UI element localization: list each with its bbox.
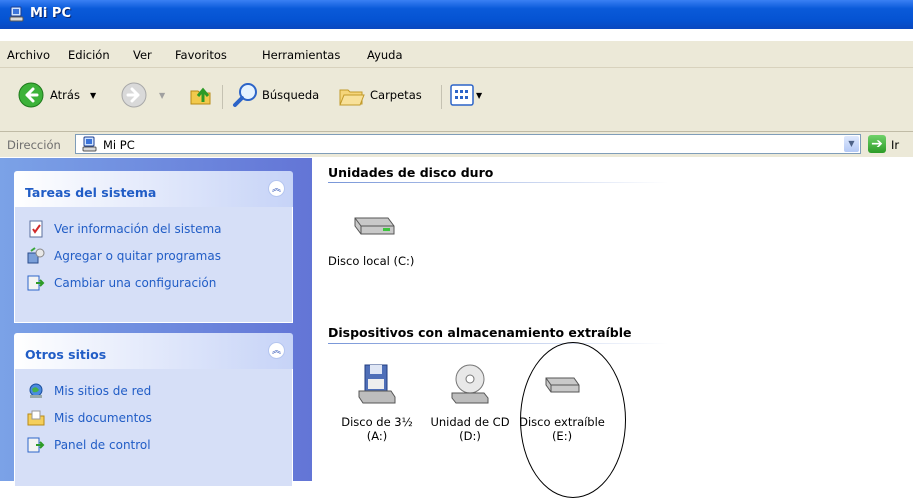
menu-favoritos[interactable]: Favoritos — [175, 48, 227, 62]
place-control-panel[interactable]: Panel de control — [15, 431, 292, 458]
address-bar: Dirección Mi PC ▼ ➔ Ir — [0, 132, 913, 157]
menu-ayuda[interactable]: Ayuda — [367, 48, 403, 62]
address-dropdown-icon[interactable]: ▼ — [844, 136, 859, 152]
hard-disks-heading: Unidades de disco duro — [328, 165, 494, 180]
back-dropdown-icon[interactable]: ▼ — [90, 91, 96, 100]
other-places-panel: Otros sitios ︽ Mis sitios de red Mis doc… — [14, 333, 293, 487]
place-my-documents[interactable]: Mis documentos — [15, 404, 292, 431]
search-icon — [233, 83, 257, 107]
back-label: Atrás — [50, 88, 80, 102]
menu-bar: Archivo Edición Ver Favoritos Herramient… — [0, 41, 913, 68]
control-panel-icon — [27, 275, 45, 290]
folders-button[interactable]: Carpetas — [338, 80, 422, 110]
my-documents-icon — [27, 410, 45, 425]
system-info-icon — [29, 220, 43, 237]
other-places-title: Otros sitios — [25, 347, 107, 362]
drive-label-line2: (D:) — [459, 429, 481, 443]
place-my-network[interactable]: Mis sitios de red — [15, 377, 292, 404]
menu-herramientas[interactable]: Herramientas — [262, 48, 340, 62]
menu-archivo[interactable]: Archivo — [7, 48, 50, 62]
task-label: Cambiar una configuración — [54, 275, 217, 290]
control-panel-icon — [27, 437, 45, 452]
forward-dropdown-icon[interactable]: ▼ — [159, 91, 165, 100]
back-button[interactable]: Atrás ▼ — [18, 80, 96, 110]
my-computer-icon — [82, 136, 97, 152]
toolbar-separator — [441, 85, 442, 109]
folders-icon — [339, 89, 365, 106]
go-label[interactable]: Ir — [891, 138, 899, 152]
toolbar: Atrás ▼ ▼ Búsqueda Carpetas ▼ — [0, 68, 913, 132]
window-title: Mi PC — [30, 6, 71, 21]
address-field[interactable]: Mi PC ▼ — [75, 134, 861, 154]
add-remove-programs-icon — [27, 246, 45, 263]
task-change-setting[interactable]: Cambiar una configuración — [15, 269, 292, 296]
back-arrow-icon — [18, 82, 44, 108]
place-label: Mis sitios de red — [54, 383, 152, 398]
other-places-body: Mis sitios de red Mis documentos Panel d… — [14, 369, 293, 487]
folders-label: Carpetas — [370, 88, 422, 102]
task-pane: Tareas del sistema ︽ Ver información del… — [0, 158, 312, 487]
hard-disk-icon — [354, 217, 395, 235]
removable-heading: Dispositivos con almacenamiento extraíbl… — [328, 325, 632, 340]
drive-label: Disco local (C:) — [328, 254, 415, 268]
up-folder-icon — [190, 87, 211, 105]
my-computer-icon — [9, 6, 24, 22]
place-label: Panel de control — [54, 437, 151, 452]
section-divider — [328, 182, 668, 183]
task-label: Ver información del sistema — [54, 221, 222, 236]
highlight-ellipse — [520, 342, 626, 498]
drive-label-line1: Unidad de CD — [430, 415, 510, 429]
task-add-remove-programs[interactable]: Agregar o quitar programas — [15, 242, 292, 269]
search-button[interactable]: Búsqueda — [232, 80, 319, 110]
views-button[interactable]: ▼ — [450, 80, 482, 110]
section-divider — [328, 343, 668, 344]
drive-label-line2: (A:) — [366, 429, 388, 443]
forward-arrow-icon — [121, 82, 147, 108]
menu-edicion[interactable]: Edición — [68, 48, 110, 62]
system-tasks-header[interactable]: Tareas del sistema ︽ — [14, 171, 293, 207]
search-label: Búsqueda — [262, 88, 320, 102]
system-tasks-body: Ver información del sistema Agregar o qu… — [14, 207, 293, 323]
menu-ver[interactable]: Ver — [133, 48, 152, 62]
forward-button[interactable]: ▼ — [121, 80, 165, 110]
views-icon — [450, 84, 474, 106]
address-value: Mi PC — [103, 138, 135, 152]
drive-a[interactable]: Disco de 3½ (A:) — [334, 363, 420, 443]
task-label: Agregar o quitar programas — [54, 248, 221, 263]
up-folder-button[interactable] — [188, 80, 214, 110]
drive-label-line1: Disco de 3½ — [341, 415, 413, 429]
collapse-icon[interactable]: ︽ — [268, 180, 285, 197]
system-tasks-panel: Tareas del sistema ︽ Ver información del… — [14, 171, 293, 323]
system-tasks-title: Tareas del sistema — [25, 185, 157, 200]
other-places-header[interactable]: Otros sitios ︽ — [14, 333, 293, 369]
address-label: Dirección — [7, 138, 61, 152]
drive-d[interactable]: Unidad de CD (D:) — [425, 363, 515, 443]
views-dropdown-icon[interactable]: ▼ — [476, 91, 482, 100]
place-label: Mis documentos — [54, 410, 152, 425]
title-bar: Mi PC — [0, 0, 913, 29]
cd-drive-icon — [451, 364, 489, 404]
task-view-system-info[interactable]: Ver información del sistema — [15, 215, 292, 242]
floppy-drive-icon — [358, 364, 396, 404]
network-places-icon — [29, 383, 43, 398]
go-arrow-icon[interactable]: ➔ — [868, 135, 886, 153]
collapse-icon[interactable]: ︽ — [268, 342, 285, 359]
toolbar-separator — [222, 85, 223, 109]
drive-c[interactable]: Disco local (C:) — [328, 210, 428, 268]
